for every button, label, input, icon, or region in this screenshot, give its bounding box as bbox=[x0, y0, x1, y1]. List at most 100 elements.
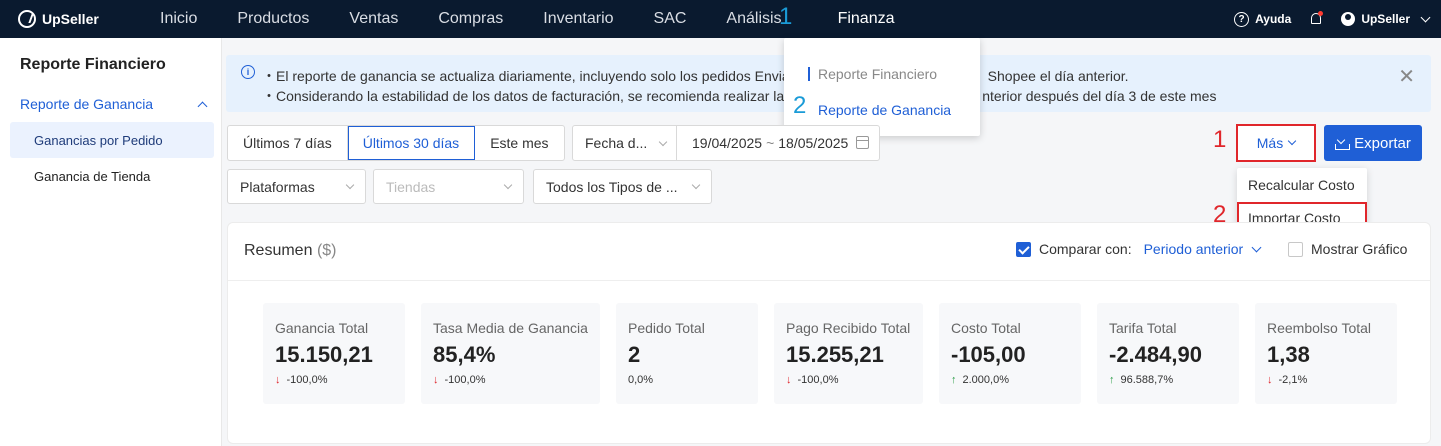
metric-value: -2.484,90 bbox=[1109, 342, 1202, 367]
sidebar-item-ganancias-pedido[interactable]: Ganancias por Pedido bbox=[10, 122, 214, 158]
metric-delta-value: -100,0% bbox=[444, 374, 486, 386]
compare-checkbox[interactable] bbox=[1016, 241, 1031, 257]
metric-value: 15.150,21 bbox=[275, 342, 373, 367]
metric-card: Reembolso Total 1,38 ↓ -2,1% bbox=[1255, 303, 1397, 404]
metric-card: Ganancia Total 15.150,21 ↓ -100,0% bbox=[263, 303, 405, 404]
date-range-picker[interactable]: 19/04/2025 ~ 18/05/2025 bbox=[677, 126, 879, 160]
range-7-days[interactable]: Últimos 7 días bbox=[228, 126, 348, 160]
export-button[interactable]: Exportar bbox=[1324, 125, 1422, 161]
banner-line-1-tail: Shopee el día anterior. bbox=[987, 68, 1129, 84]
date-filter: Fecha d... 19/04/2025 ~ 18/05/2025 bbox=[572, 125, 880, 161]
types-select[interactable]: Todos los Tipos de ... bbox=[533, 169, 712, 204]
top-nav: UpSeller Inicio Productos Ventas Compras… bbox=[0, 0, 1441, 38]
step-marker-reporte-ganancia: 2 bbox=[793, 92, 807, 119]
step-marker-finanza: 1 bbox=[779, 3, 793, 30]
date-end: 18/05/2025 bbox=[778, 135, 849, 151]
chevron-down-icon bbox=[1251, 242, 1262, 252]
metric-delta-value: 96.588,7% bbox=[1120, 374, 1174, 386]
summary-title: Resumen ($) bbox=[244, 242, 337, 260]
info-icon: i bbox=[241, 65, 255, 79]
sidebar: Reporte Financiero Reporte de Ganancia G… bbox=[0, 38, 222, 446]
chevron-down-icon bbox=[691, 180, 701, 190]
summary-unit: ($) bbox=[316, 242, 337, 259]
user-name: UpSeller bbox=[1361, 12, 1410, 26]
chevron-down-icon bbox=[1287, 136, 1297, 146]
show-chart-control: Mostrar Gráfico bbox=[1288, 241, 1407, 257]
metric-value: 15.255,21 bbox=[786, 342, 884, 367]
banner-line-1-text: ・El reporte de ganancia se actualiza dia… bbox=[262, 68, 790, 84]
compare-period-select[interactable]: Periodo anterior bbox=[1143, 241, 1262, 257]
metric-card: Pedido Total 2 0,0% bbox=[616, 303, 758, 404]
menu-item-reporte-ganancia[interactable]: Reporte de Ganancia bbox=[808, 102, 951, 118]
metric-label: Tasa Media de Ganancia bbox=[433, 320, 588, 336]
chevron-down-icon bbox=[503, 180, 513, 190]
card-divider bbox=[228, 280, 1430, 281]
compare-label: Comparar con: bbox=[1039, 241, 1132, 257]
show-chart-label: Mostrar Gráfico bbox=[1311, 241, 1408, 257]
metric-label: Ganancia Total bbox=[275, 320, 369, 336]
arrow-down-icon: ↓ bbox=[275, 374, 281, 386]
menu-item-reporte-financiero[interactable]: Reporte Financiero bbox=[808, 66, 937, 82]
banner-line-2-text: ・Considerando la estabilidad de los dato… bbox=[262, 88, 785, 104]
compare-period-value: Periodo anterior bbox=[1143, 241, 1244, 257]
range-this-month[interactable]: Este mes bbox=[475, 126, 563, 160]
date-type-value: Fecha d... bbox=[585, 135, 648, 151]
platform-select[interactable]: Plataformas bbox=[227, 169, 366, 204]
sidebar-group-reporte-ganancia[interactable]: Reporte de Ganancia bbox=[20, 96, 210, 112]
show-chart-checkbox[interactable] bbox=[1288, 241, 1303, 257]
close-icon[interactable]: ✕ bbox=[1398, 64, 1415, 89]
arrow-down-icon: ↓ bbox=[1267, 374, 1273, 386]
chevron-down-icon bbox=[345, 180, 355, 190]
types-value: Todos los Tipos de ... bbox=[546, 178, 678, 195]
top-right-tools: ? Ayuda UpSeller bbox=[1234, 0, 1431, 38]
nav-item-productos[interactable]: Productos bbox=[237, 10, 329, 28]
user-menu[interactable]: UpSeller bbox=[1341, 12, 1431, 26]
metric-card: Tarifa Total -2.484,90 ↑ 96.588,7% bbox=[1097, 303, 1239, 404]
chevron-up-icon bbox=[197, 101, 208, 111]
date-type-select[interactable]: Fecha d... bbox=[573, 126, 677, 160]
main-menu: Inicio Productos Ventas Compras Inventar… bbox=[130, 0, 934, 38]
date-separator: ~ bbox=[766, 135, 775, 151]
bell-icon[interactable] bbox=[1309, 11, 1324, 26]
user-icon bbox=[1341, 12, 1356, 26]
sidebar-group-label: Reporte de Ganancia bbox=[20, 96, 154, 112]
download-icon bbox=[1335, 137, 1351, 150]
sidebar-item-ganancia-tienda[interactable]: Ganancia de Tienda bbox=[10, 158, 214, 194]
nav-item-inicio[interactable]: Inicio bbox=[160, 10, 217, 28]
arrow-down-icon: ↓ bbox=[786, 374, 792, 386]
metric-delta-value: -100,0% bbox=[797, 374, 839, 386]
range-30-days[interactable]: Últimos 30 días bbox=[347, 126, 476, 160]
export-label: Exportar bbox=[1354, 134, 1411, 152]
calendar-icon bbox=[856, 136, 869, 149]
metric-label: Pago Recibido Total bbox=[786, 320, 911, 336]
banner-line-2-tail: nterior después del día 3 de este mes bbox=[982, 88, 1217, 104]
metric-delta: ↓ -100,0% bbox=[275, 374, 393, 386]
nav-item-sac[interactable]: SAC bbox=[654, 10, 707, 28]
summary-card: Resumen ($) Comparar con: Periodo anteri… bbox=[227, 222, 1431, 444]
metric-delta: ↓ -100,0% bbox=[786, 374, 911, 386]
metric-label: Pedido Total bbox=[628, 320, 705, 336]
chevron-down-icon bbox=[1420, 12, 1431, 22]
more-button[interactable]: Más bbox=[1236, 124, 1316, 162]
platform-value: Plataformas bbox=[240, 178, 315, 195]
nav-item-inventario[interactable]: Inventario bbox=[543, 10, 633, 28]
metric-card: Tasa Media de Ganancia 85,4% ↓ -100,0% bbox=[421, 303, 600, 404]
nav-item-finanza[interactable]: Finanza bbox=[838, 10, 915, 28]
nav-item-compras[interactable]: Compras bbox=[438, 10, 523, 28]
metric-label: Tarifa Total bbox=[1109, 320, 1177, 336]
nav-item-ventas[interactable]: Ventas bbox=[349, 10, 418, 28]
help-link[interactable]: ? Ayuda bbox=[1234, 11, 1291, 27]
arrow-up-icon: ↑ bbox=[1109, 374, 1115, 386]
arrow-up-icon: ↑ bbox=[951, 374, 957, 386]
metric-value: 1,38 bbox=[1267, 342, 1310, 367]
metric-value: -105,00 bbox=[951, 342, 1026, 367]
stores-select[interactable]: Tiendas bbox=[373, 169, 524, 204]
upseller-logo-icon bbox=[18, 10, 36, 28]
metric-value: 85,4% bbox=[433, 342, 496, 367]
menu-item-recalcular-costo[interactable]: Recalcular Costo bbox=[1237, 169, 1367, 201]
step-marker-mas: 1 bbox=[1213, 126, 1227, 153]
brand-logo[interactable]: UpSeller bbox=[18, 10, 130, 28]
metric-delta-value: -2,1% bbox=[1278, 374, 1308, 386]
metric-card: Costo Total -105,00 ↑ 2.000,0% bbox=[939, 303, 1081, 404]
metric-value: 2 bbox=[628, 342, 641, 367]
